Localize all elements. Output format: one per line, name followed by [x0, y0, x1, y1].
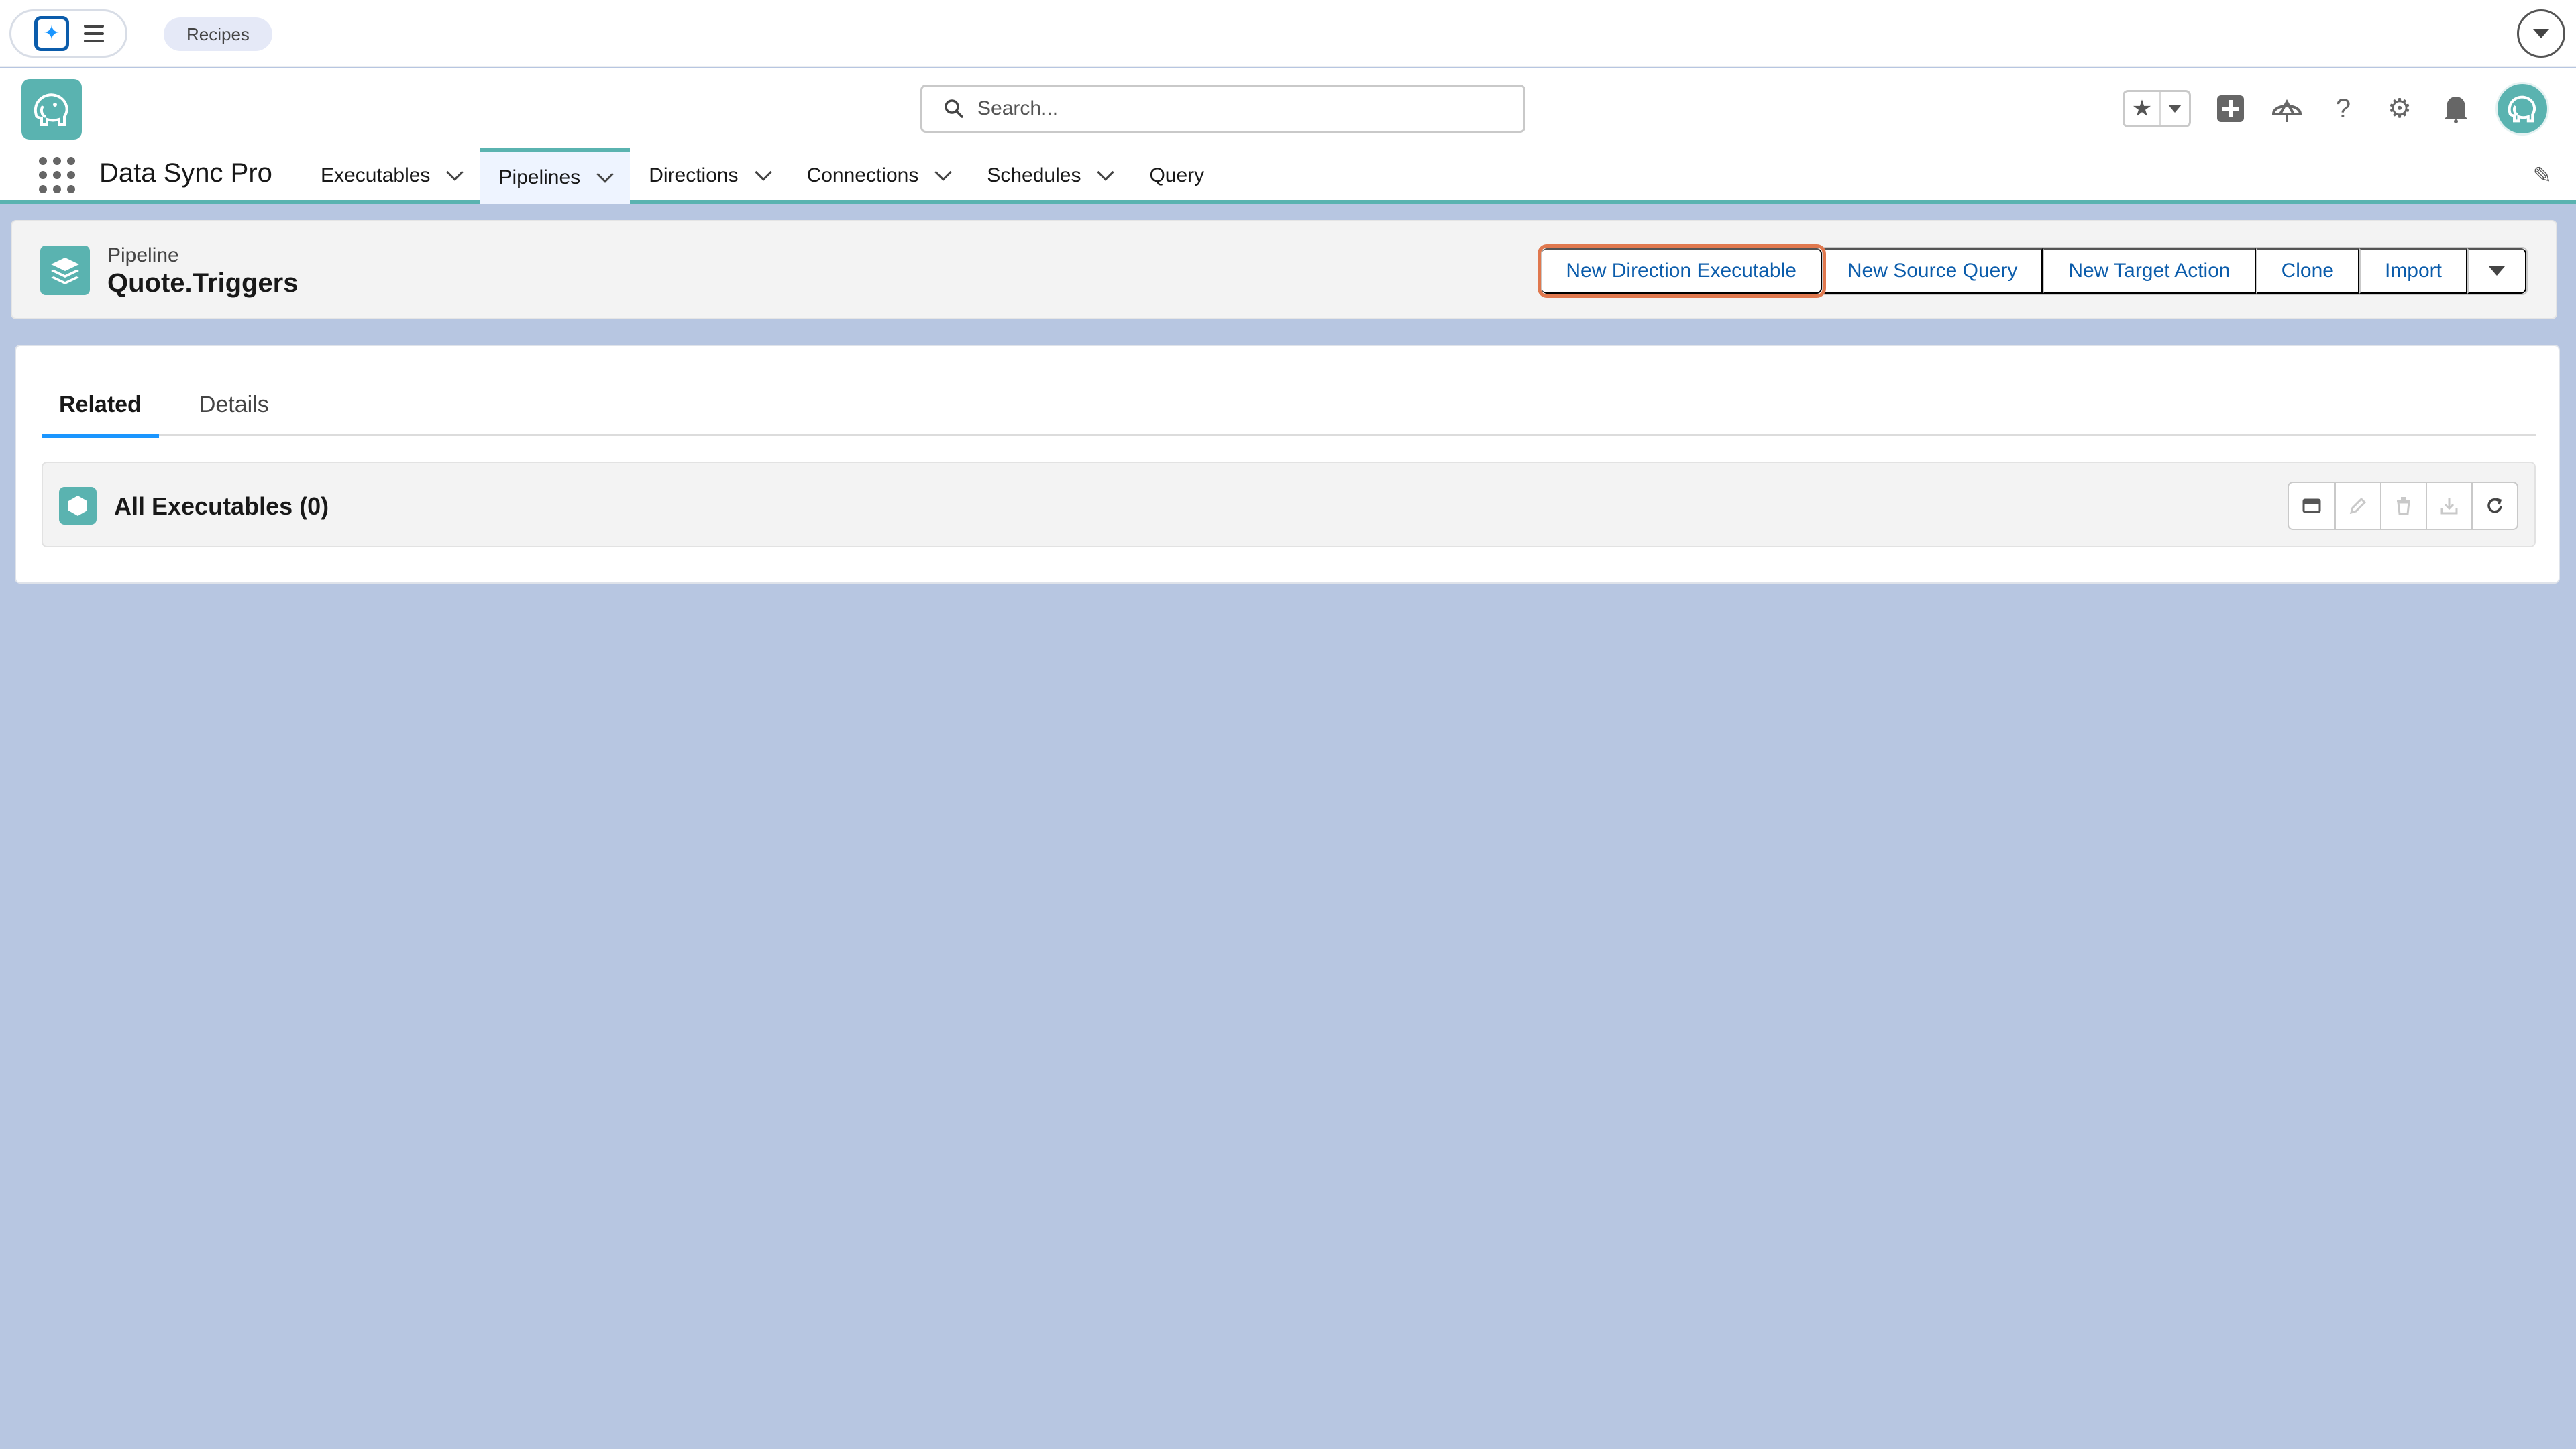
chevron-down-icon[interactable] [446, 164, 464, 181]
nav-tab-label: Executables [321, 164, 431, 186]
nav-tab-label: Query [1149, 164, 1205, 186]
download-icon[interactable] [2426, 483, 2471, 529]
nav-tab-connections[interactable]: Connections [788, 148, 969, 204]
nav-tab-label: Pipelines [498, 166, 581, 189]
nav-tab-label: Connections [806, 164, 919, 186]
caret-down-icon [2168, 105, 2182, 113]
chevron-down-icon[interactable] [596, 166, 614, 183]
app-name: Data Sync Pro [99, 158, 272, 188]
search-input[interactable] [977, 97, 1501, 120]
record-body-card: Related Details All Executables (0) [15, 345, 2560, 584]
related-list-title[interactable]: All Executables (0) [114, 492, 329, 521]
nav-tab-directions[interactable]: Directions [630, 148, 788, 204]
chevron-down-icon[interactable] [754, 164, 772, 181]
agent-menu-pill[interactable]: ✦ [9, 9, 127, 58]
new-source-query-button[interactable]: New Source Query [1821, 248, 2043, 294]
global-actions-icon[interactable] [2214, 92, 2247, 125]
favorites-group: ★ [2123, 90, 2191, 127]
edit-nav-pencil-icon[interactable]: ✎ [2533, 162, 2553, 189]
user-avatar[interactable] [2496, 82, 2549, 136]
tab-related[interactable]: Related [42, 373, 159, 438]
expand-menu-button[interactable] [2517, 9, 2565, 58]
global-header: ★ ? ⚙ [0, 68, 2576, 148]
help-icon[interactable]: ? [2326, 92, 2360, 125]
nav-tab-label: Directions [649, 164, 739, 186]
agent-sparkle-icon[interactable]: ✦ [34, 16, 69, 51]
org-logo[interactable] [21, 79, 82, 140]
favorites-menu-button[interactable] [2159, 92, 2189, 125]
elephant-logo-icon [34, 93, 68, 126]
related-list-executables: All Executables (0) [42, 462, 2536, 547]
notifications-bell-icon[interactable] [2439, 92, 2473, 125]
edit-pencil-icon[interactable] [2334, 483, 2380, 529]
delete-trash-icon[interactable] [2380, 483, 2426, 529]
hexagon-icon [59, 487, 97, 525]
search-icon [945, 99, 963, 118]
app-launcher-icon[interactable] [39, 157, 75, 193]
setup-gear-icon[interactable]: ⚙ [2383, 92, 2416, 125]
related-list-toolbar [2288, 482, 2518, 530]
import-button[interactable]: Import [2359, 248, 2467, 294]
nav-tab-schedules[interactable]: Schedules [968, 148, 1130, 204]
trailhead-icon[interactable] [2270, 92, 2304, 125]
favorites-star-icon[interactable]: ★ [2125, 92, 2159, 125]
chevron-down-icon[interactable] [934, 164, 953, 181]
record-tabs: Related Details [42, 373, 2536, 438]
record-title: Quote.Triggers [107, 268, 299, 298]
new-target-action-button[interactable]: New Target Action [2043, 248, 2256, 294]
record-action-group: New Direction Executable New Source Quer… [1538, 244, 2528, 298]
nav-tab-executables[interactable]: Executables [302, 148, 480, 204]
nav-tabs: Executables Pipelines Directions Connect… [302, 148, 1223, 204]
record-type-label: Pipeline [107, 244, 179, 266]
new-direction-executable-button[interactable]: New Direction Executable [1538, 244, 1826, 298]
display-as-table-icon[interactable] [2289, 483, 2334, 529]
tab-details[interactable]: Details [182, 373, 286, 436]
chevron-down-icon[interactable] [1097, 164, 1115, 181]
clone-button[interactable]: Clone [2255, 248, 2359, 294]
global-search[interactable] [920, 85, 1525, 133]
refresh-icon[interactable] [2471, 483, 2517, 529]
caret-down-icon [2533, 29, 2549, 38]
more-actions-button[interactable] [2467, 248, 2526, 294]
record-header: Pipeline Quote.Triggers New Direction Ex… [11, 220, 2557, 319]
nav-tab-query[interactable]: Query [1130, 148, 1223, 204]
app-nav-bar: Data Sync Pro Executables Pipelines Dire… [0, 148, 2576, 204]
header-icons: ★ ? ⚙ [2123, 82, 2549, 136]
caret-down-icon [2489, 266, 2505, 276]
pipeline-stack-icon [40, 246, 90, 295]
nav-tab-pipelines[interactable]: Pipelines [480, 148, 631, 204]
elephant-avatar-icon [2508, 95, 2536, 123]
nav-tab-label: Schedules [987, 164, 1081, 186]
recipes-pill[interactable]: Recipes [164, 17, 272, 51]
top-utility-strip: ✦ Recipes [0, 0, 2576, 67]
menu-icon[interactable] [84, 25, 104, 42]
